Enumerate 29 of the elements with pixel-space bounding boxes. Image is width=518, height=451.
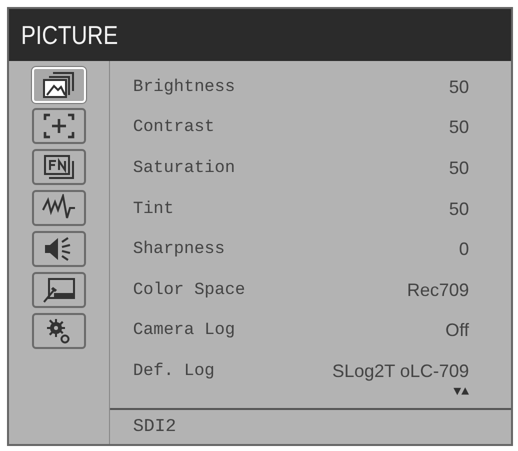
setting-label: Tint [133, 200, 174, 219]
menu-tab[interactable] [32, 108, 86, 144]
menu-title: PICTURE [21, 20, 118, 50]
setting-label: Contrast [133, 118, 215, 138]
setting-label: Saturation [133, 158, 236, 178]
setting-value: 50 [448, 76, 469, 98]
scroll-arrows: ▼▲ [453, 384, 469, 399]
setting-value: SLog2T oLC-709 [332, 360, 469, 382]
setting-label: Sharpness [133, 240, 225, 260]
setting-value: 0 [458, 239, 469, 260]
menu-tab[interactable] [32, 231, 86, 267]
setting-label: Brightness [133, 78, 236, 97]
setting-value: Rec709 [406, 280, 469, 301]
setting-value: 50 [448, 117, 469, 138]
setting-label: Camera Log [133, 321, 236, 340]
crosshair-icon [41, 112, 77, 140]
menu-tab[interactable] [32, 313, 86, 349]
screen-screwdriver-icon [41, 276, 77, 304]
setting-value: 50 [448, 198, 469, 220]
picture-icon [41, 71, 77, 99]
menu-tab[interactable] [32, 190, 86, 226]
setting-label: Def. Log [133, 362, 215, 381]
input-source: SDI2 [133, 417, 176, 437]
menu-tab[interactable] [32, 272, 86, 308]
menu-tab[interactable] [32, 149, 86, 185]
fn-icon [41, 153, 77, 181]
setting-value: 50 [448, 158, 469, 179]
setting-label: Color Space [133, 280, 246, 300]
setting-value: Off [445, 320, 469, 342]
